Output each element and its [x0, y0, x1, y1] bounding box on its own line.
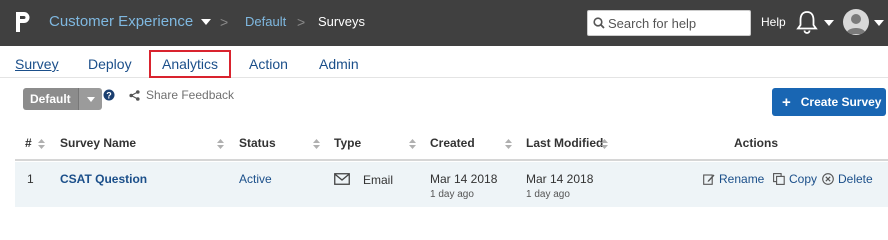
user-avatar[interactable] [843, 9, 869, 35]
created-relative: 1 day ago [430, 189, 474, 200]
user-icon [846, 14, 866, 34]
delete-action[interactable]: Delete [822, 172, 873, 186]
survey-name-link[interactable]: CSAT Question [60, 172, 147, 186]
plus-icon: + [782, 93, 791, 111]
svg-text:?: ? [106, 90, 112, 100]
copy-action[interactable]: Copy [773, 172, 817, 186]
created-date: Mar 14 2018 [430, 172, 498, 186]
share-feedback-link[interactable]: Share Feedback [129, 88, 234, 102]
column-header-number[interactable]: # [25, 136, 32, 150]
envelope-icon [334, 173, 350, 185]
rename-label: Rename [719, 172, 765, 186]
row-number: 1 [27, 172, 34, 186]
chevron-down-icon [201, 18, 212, 25]
share-icon [129, 89, 140, 101]
breadcrumb-default[interactable]: Default [245, 14, 286, 29]
table-row: 1 CSAT Question Active Email Mar 14 2018… [15, 162, 888, 207]
search-box[interactable] [587, 10, 751, 36]
main-nav: Survey Deploy Analytics Action Admin [0, 46, 888, 78]
sort-icon[interactable] [505, 139, 512, 149]
breadcrumb-separator: > [220, 14, 229, 30]
nav-action[interactable]: Action [249, 56, 288, 72]
view-select[interactable]: Default [23, 88, 102, 110]
column-header-status[interactable]: Status [239, 136, 276, 150]
help-circle-icon[interactable]: ? [103, 89, 115, 101]
nav-admin[interactable]: Admin [319, 56, 359, 72]
view-select-label: Default [23, 88, 78, 110]
sort-icon[interactable] [601, 139, 608, 149]
sort-icon[interactable] [313, 139, 320, 149]
workspace-label: Customer Experience [49, 13, 194, 30]
breadcrumb-separator: > [297, 14, 306, 30]
search-input[interactable] [608, 13, 748, 33]
chevron-down-icon[interactable] [824, 20, 834, 26]
workspace-selector[interactable]: Customer Experience [49, 13, 212, 30]
modified-date: Mar 14 2018 [526, 172, 594, 186]
create-survey-button[interactable]: + Create Survey [772, 88, 886, 116]
bell-icon[interactable] [796, 10, 818, 34]
sort-icon[interactable] [38, 139, 45, 149]
column-header-survey-name[interactable]: Survey Name [60, 136, 136, 150]
logo-icon[interactable] [14, 10, 30, 34]
copy-icon [773, 173, 785, 185]
copy-label: Copy [789, 172, 818, 186]
table-header: # Survey Name Status Type Created Last M… [15, 125, 888, 161]
dropdown-arrow[interactable] [77, 88, 102, 110]
breadcrumb-current: Surveys [318, 14, 365, 29]
sort-icon[interactable] [217, 139, 224, 149]
survey-type: Email [363, 173, 394, 187]
top-bar: Customer Experience > Default > Surveys … [0, 0, 888, 46]
nav-deploy[interactable]: Deploy [88, 56, 132, 72]
status-badge: Active [239, 172, 272, 186]
modified-relative: 1 day ago [526, 189, 570, 200]
close-circle-icon [822, 173, 834, 185]
create-survey-label: Create Survey [800, 95, 882, 109]
nav-survey[interactable]: Survey [15, 56, 59, 72]
column-header-created[interactable]: Created [430, 136, 475, 150]
column-header-type[interactable]: Type [334, 136, 361, 150]
sort-icon[interactable] [409, 139, 416, 149]
help-link[interactable]: Help [761, 15, 786, 29]
rename-action[interactable]: Rename [703, 172, 764, 186]
column-header-last-modified[interactable]: Last Modified [526, 136, 603, 150]
chevron-down-icon [86, 97, 95, 102]
analytics-highlight-box [149, 50, 231, 78]
column-header-actions: Actions [734, 136, 779, 150]
delete-label: Delete [838, 172, 873, 186]
search-icon [593, 17, 605, 29]
share-feedback-label: Share Feedback [146, 88, 235, 102]
chevron-down-icon[interactable] [874, 20, 884, 26]
edit-icon [703, 174, 715, 185]
